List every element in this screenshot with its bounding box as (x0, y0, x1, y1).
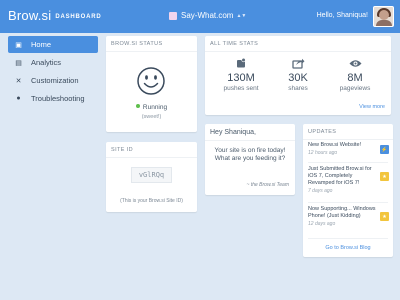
stat-pageviews: 8M pageviews (330, 57, 380, 92)
stat-shares: 30K shares (273, 57, 323, 92)
eye-icon (349, 59, 361, 67)
view-more-link[interactable]: View more (359, 104, 385, 110)
share-icon (291, 58, 304, 69)
update-title: Now Supporting... Windows Phone! (Just K… (308, 206, 376, 219)
site-name: Say-What.com (181, 11, 234, 20)
status-dot-icon (135, 104, 140, 108)
star-icon: ★ (380, 172, 389, 181)
update-item[interactable]: New Brow.si Website! 12 hours ago ⚡ (308, 142, 394, 156)
stat-value: 30K (288, 72, 308, 84)
sidebar-item-label: Analytics (31, 58, 62, 67)
sidebar-item-analytics[interactable]: ▤ Analytics (8, 54, 98, 71)
site-id-caption: (This is your Brow.si Site ID) (120, 198, 183, 204)
star-icon: ★ (380, 212, 389, 221)
site-favicon-icon (169, 11, 177, 20)
logo-text: Brow.si (8, 8, 52, 23)
sidebar-item-label: Home (31, 40, 52, 49)
stats-card-title: ALL TIME STATS (205, 36, 391, 52)
site-id-value[interactable]: vGlRQq (131, 167, 172, 183)
updates-card: UPDATES New Brow.si Website! 12 hours ag… (303, 124, 393, 257)
site-id-card: SITE ID vGlRQq (This is your Brow.si Sit… (106, 142, 197, 212)
sidebar-item-customization[interactable]: ✕ Customization (8, 72, 98, 89)
sidebar: ▣ Home ▤ Analytics ✕ Customization ● Tro… (8, 36, 98, 108)
divider (308, 238, 388, 239)
tools-icon: ✕ (15, 77, 22, 85)
home-icon: ▣ (15, 41, 22, 49)
status-note: (sweet!) (141, 114, 162, 120)
updates-title: UPDATES (303, 124, 393, 140)
update-item[interactable]: Now Supporting... Windows Phone! (Just K… (308, 206, 394, 227)
update-item[interactable]: Just Submitted Brow.si for iOS 7, Comple… (308, 166, 394, 194)
message-body: Your site is on fire today! What are you… (214, 147, 286, 162)
update-title: New Brow.si Website! (308, 142, 362, 148)
status-text: Running (106, 104, 197, 111)
sidebar-item-label: Troubleshooting (31, 94, 85, 103)
smiley-icon (137, 67, 165, 95)
sidebar-item-troubleshooting[interactable]: ● Troubleshooting (8, 90, 98, 107)
divider (205, 140, 295, 141)
lightning-icon: ⚡ (380, 145, 389, 154)
user-greeting: Hello, Shaniqua! (316, 12, 368, 19)
stats-card: ALL TIME STATS 130M pushes sent 30K shar… (205, 36, 391, 115)
update-time: 7 days ago (308, 188, 333, 194)
sidebar-item-label: Customization (31, 76, 79, 85)
status-state: Running (142, 104, 168, 111)
update-time: 12 days ago (308, 221, 336, 227)
select-arrows-icon: ▲▼ (236, 12, 247, 19)
status-card-title: BROW.SI STATUS (106, 36, 197, 52)
push-icon (237, 58, 246, 68)
chart-icon: ▤ (15, 59, 22, 67)
stat-label: shares (288, 85, 308, 92)
sidebar-item-home[interactable]: ▣ Home (8, 36, 98, 53)
site-selector[interactable]: Say-What.com ▲▼ (169, 11, 246, 20)
status-card: BROW.SI STATUS Running (sweet!) (106, 36, 197, 132)
section-title: DASHBOARD (55, 14, 102, 20)
update-title: Just Submitted Brow.si for iOS 7, Comple… (308, 166, 372, 186)
chat-bubble-icon: ● (16, 95, 21, 102)
message-card: Hey Shaniqua, Your site is on fire today… (205, 124, 295, 195)
stat-label: pageviews (339, 85, 371, 92)
site-id-title: SITE ID (106, 142, 197, 158)
stat-value: 8M (347, 72, 363, 84)
blog-link[interactable]: Go to Brow.si Blog (303, 245, 393, 251)
stat-label: pushes sent (223, 85, 259, 92)
divider (308, 202, 388, 203)
brand-logo[interactable]: Brow.si DASHBOARD (8, 8, 102, 23)
top-bar: Brow.si DASHBOARD Say-What.com ▲▼ Hello, … (0, 0, 400, 33)
avatar[interactable] (373, 6, 394, 27)
stat-pushes: 130M pushes sent (216, 57, 266, 92)
message-greeting: Hey Shaniqua, (210, 129, 256, 136)
stat-value: 130M (227, 72, 255, 84)
divider (308, 162, 388, 163)
message-signature: ~ the Brow.si Team (246, 182, 289, 188)
